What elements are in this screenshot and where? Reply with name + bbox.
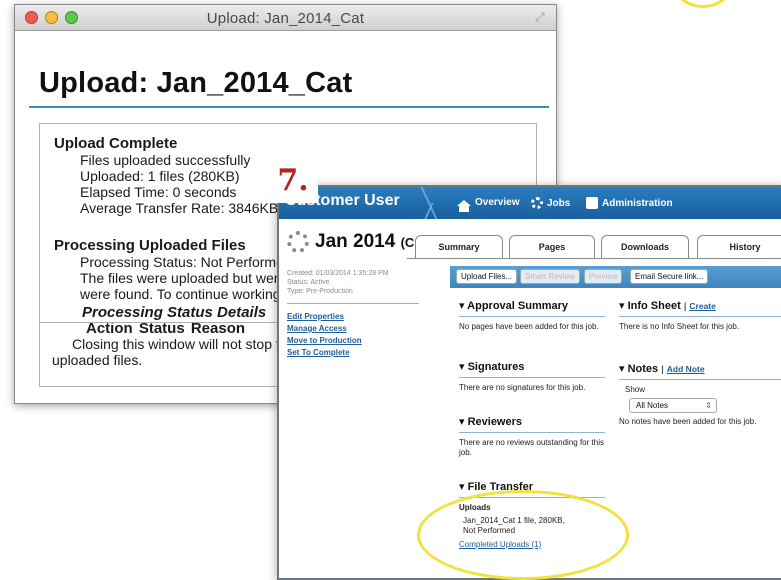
highlight-ellipse	[417, 490, 629, 580]
nav-administration-label: Administration	[602, 197, 673, 209]
meta-created: Created: 01/03/2014 1:35:28 PM	[287, 270, 389, 277]
job-name-suffix: (C	[400, 235, 415, 250]
divider	[619, 379, 781, 380]
footer-line: Closing this window will not stop th	[72, 336, 288, 352]
title-bar[interactable]: Upload: Jan_2014_Cat ⤢	[15, 5, 556, 31]
page-title: Upload: Jan_2014_Cat	[39, 67, 353, 99]
job-name: Jan 2014	[315, 231, 396, 252]
smart-review-button[interactable]: Smart Review	[520, 269, 580, 284]
edit-properties-link[interactable]: Edit Properties	[287, 311, 362, 323]
window-title: Upload: Jan_2014_Cat	[206, 10, 365, 27]
meta-type: Type: Pre-Production	[287, 288, 353, 295]
meta-status: Status: Active	[287, 279, 330, 286]
details-heading: Processing Status Details	[82, 304, 267, 321]
reviewers-heading[interactable]: ▾ Reviewers	[459, 415, 605, 428]
job-meta: Created: 01/03/2014 1:35:28 PM Status: A…	[287, 269, 389, 296]
admin-icon	[586, 197, 598, 209]
notes-heading: ▾ Notes | Add Note	[619, 363, 705, 375]
processing-heading: Processing Uploaded Files	[54, 237, 246, 254]
email-secure-link-button[interactable]: Email Secure link...	[630, 269, 709, 284]
nav-jobs-label: Jobs	[547, 197, 571, 209]
status-line: Processing Status: Not Performe	[80, 254, 284, 270]
add-note-link[interactable]: Add Note	[667, 364, 705, 374]
details-columns: Action Status Reason	[86, 320, 246, 337]
divider	[287, 303, 419, 304]
action-toolbar: Upload Files... Smart Review Preview Ema…	[450, 266, 781, 288]
divider	[459, 432, 605, 433]
tab-pages[interactable]: Pages	[509, 235, 595, 259]
tab-summary[interactable]: Summary	[415, 235, 503, 259]
job-title: Jan 2014 (C	[287, 231, 414, 253]
manage-access-link[interactable]: Manage Access	[287, 323, 362, 335]
top-nav: Customer User Overview Jobs Administrati…	[279, 187, 781, 219]
signatures-text: There are no signatures for this job.	[459, 383, 586, 392]
info-sheet-text: There is no Info Sheet for this job.	[619, 322, 740, 331]
summary-right-column: ▾ Info Sheet | Create There is no Info S…	[619, 299, 781, 427]
status-line: Uploaded: 1 files (280KB)	[80, 168, 240, 184]
gear-icon	[287, 231, 309, 253]
footer-note: Closing this window will not stop th upl…	[52, 336, 288, 368]
status-line: Elapsed Time: 0 seconds	[80, 184, 237, 200]
divider	[619, 316, 781, 317]
chevron-updown-icon: ⇕	[705, 401, 712, 410]
info-sheet-title[interactable]: ▾ Info Sheet	[619, 300, 681, 312]
job-actions: Edit Properties Manage Access Move to Pr…	[287, 311, 362, 359]
signatures-heading[interactable]: ▾ Signatures	[459, 360, 605, 373]
nav-overview[interactable]: Overview	[457, 197, 520, 212]
status-line: Average Transfer Rate: 3846KB	[80, 200, 279, 216]
move-to-production-link[interactable]: Move to Production	[287, 335, 362, 347]
footer-line: uploaded files.	[52, 352, 143, 368]
resize-icon[interactable]: ⤢	[535, 11, 548, 24]
divider	[459, 316, 605, 317]
status-line: Files uploaded successfully	[80, 152, 251, 168]
tab-underline	[407, 258, 781, 259]
gear-icon	[531, 197, 543, 209]
nav-overview-label: Overview	[475, 197, 520, 208]
upload-files-button[interactable]: Upload Files...	[456, 269, 518, 284]
approval-summary-heading[interactable]: ▾ Approval Summary	[459, 299, 605, 312]
preview-button[interactable]: Preview	[584, 269, 623, 284]
tab-history[interactable]: History	[697, 235, 781, 259]
tab-downloads[interactable]: Downloads	[601, 235, 689, 259]
screenshot-stage: Upload: Jan_2014_Cat ⤢ Upload: Jan_2014_…	[0, 0, 781, 580]
notes-filter-value: All Notes	[636, 401, 669, 410]
nav-jobs[interactable]: Jobs	[531, 197, 570, 209]
upload-complete-section: Upload Complete Files uploaded successfu…	[54, 135, 279, 217]
step-number: 7.	[268, 159, 318, 203]
notes-text: No notes have been added for this job.	[619, 417, 757, 426]
reviewers-text: There are no reviews outstanding for thi…	[459, 438, 604, 457]
approval-summary-text: No pages have been added for this job.	[459, 322, 599, 331]
status-line: The files were uploaded but were	[80, 270, 287, 286]
upload-complete-heading: Upload Complete	[54, 135, 178, 152]
create-info-sheet-link[interactable]: Create	[689, 301, 715, 311]
highlight-arc	[668, 0, 738, 8]
set-to-complete-link[interactable]: Set To Complete	[287, 347, 362, 359]
home-icon	[457, 199, 471, 212]
divider	[459, 377, 605, 378]
show-label: Show	[625, 385, 646, 394]
info-sheet-heading: ▾ Info Sheet | Create	[619, 300, 716, 312]
notes-filter-select[interactable]: All Notes ⇕	[629, 398, 717, 413]
notes-title[interactable]: ▾ Notes	[619, 363, 658, 375]
nav-administration[interactable]: Administration	[586, 197, 673, 209]
status-line: were found. To continue working,	[80, 286, 285, 302]
divider	[29, 106, 549, 108]
